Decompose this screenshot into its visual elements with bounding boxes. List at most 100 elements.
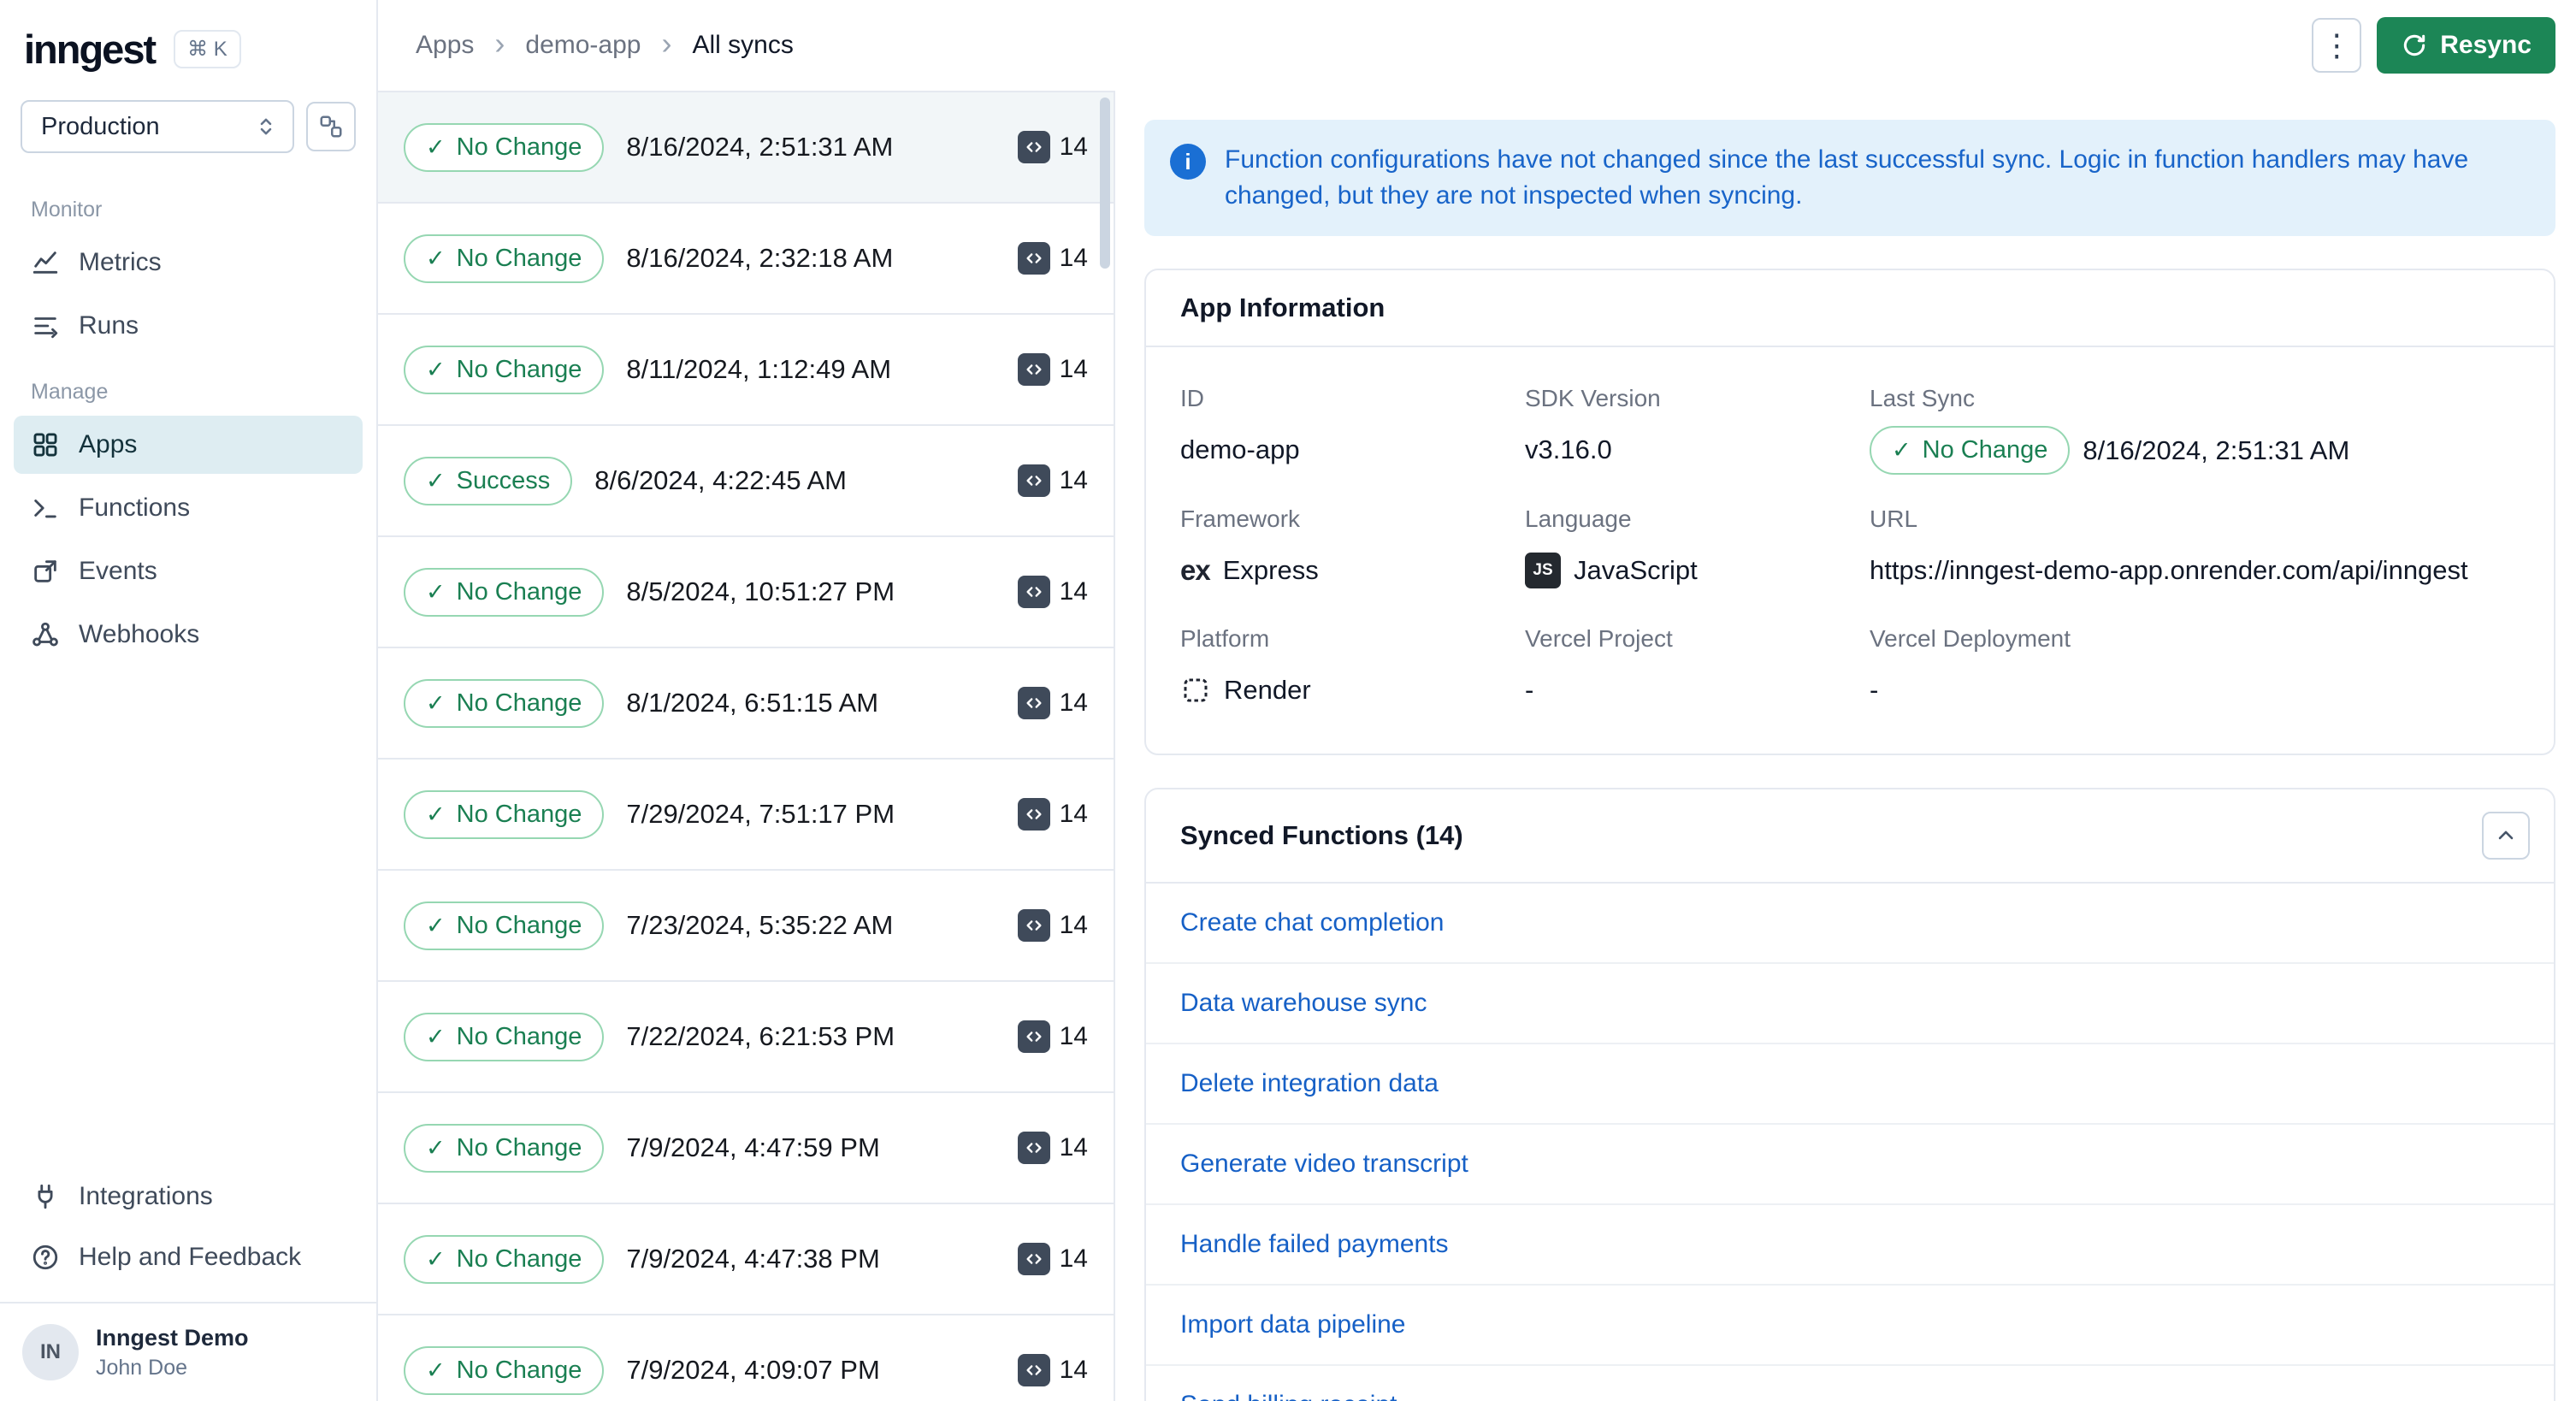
field-label: Framework — [1180, 505, 1301, 532]
sync-count-value: 14 — [1059, 1022, 1088, 1050]
user-info: Inngest Demo John Doe — [96, 1325, 249, 1380]
sync-list-item[interactable]: ✓ No Change 8/16/2024, 2:32:18 AM 14 — [378, 204, 1114, 315]
sync-time: 7/9/2024, 4:47:38 PM — [626, 1244, 880, 1274]
info-banner-text: Function configurations have not changed… — [1225, 145, 2469, 210]
status-pill: ✓ No Change — [404, 122, 605, 172]
sync-function-count: 14 — [1017, 798, 1088, 831]
status-pill: ✓ No Change — [404, 789, 605, 839]
function-link[interactable]: Create chat completion — [1146, 884, 2554, 962]
check-icon: ✓ — [426, 1134, 446, 1161]
sync-status: No Change — [456, 1356, 582, 1384]
field-label: Platform — [1180, 625, 1270, 652]
environment-row: Production — [0, 90, 376, 175]
chevron-right-icon: › — [494, 26, 505, 61]
logo-row: inngest ⌘ K — [0, 0, 376, 90]
synced-functions-list: Create chat completion Data warehouse sy… — [1146, 884, 2554, 1401]
function-link[interactable]: Generate video transcript — [1146, 1123, 2554, 1203]
updown-chevrons-icon — [260, 118, 272, 135]
resync-button[interactable]: Resync — [2377, 17, 2555, 74]
inngest-logo: inngest — [24, 27, 157, 72]
check-icon: ✓ — [426, 245, 446, 271]
sync-list-item[interactable]: ✓ No Change 7/9/2024, 4:47:38 PM 14 — [378, 1204, 1114, 1315]
field-label: Last Sync — [1870, 385, 1975, 411]
sidebar-item-webhooks[interactable]: Webhooks — [14, 606, 363, 664]
sidebar-item-integrations[interactable]: Integrations — [14, 1168, 363, 1226]
last-sync-time: 8/16/2024, 2:51:31 AM — [2083, 434, 2350, 465]
sync-count-value: 14 — [1059, 1133, 1088, 1162]
sync-list-item[interactable]: ✓ No Change 8/5/2024, 10:51:27 PM 14 — [378, 537, 1114, 648]
check-icon: ✓ — [426, 1023, 446, 1049]
sync-list-item[interactable]: ✓ No Change 7/22/2024, 6:21:53 PM 14 — [378, 982, 1114, 1093]
status-pill: ✓ No Change — [404, 234, 605, 283]
sync-count-value: 14 — [1059, 1356, 1088, 1384]
field-label: Language — [1525, 505, 1632, 532]
field-value: https://inngest-demo-app.onrender.com/ap… — [1870, 555, 2468, 585]
sync-list-item[interactable]: ✓ No Change 7/9/2024, 4:09:07 PM 14 — [378, 1315, 1114, 1401]
field-value: - — [1870, 675, 1879, 705]
field-label: SDK Version — [1525, 385, 1661, 411]
function-link[interactable]: Delete integration data — [1146, 1043, 2554, 1123]
sidebar-footer: Integrations Help and Feedback IN Innges… — [0, 1165, 376, 1401]
app-information-card: App Information ID demo-app SDK Version … — [1144, 269, 2555, 755]
sync-list-item[interactable]: ✓ No Change 8/16/2024, 2:51:31 AM 14 — [378, 92, 1114, 204]
status-pill: ✓ No Change — [404, 678, 605, 728]
sync-time: 8/16/2024, 2:51:31 AM — [626, 132, 894, 162]
status-pill: ✓ No Change — [404, 1012, 605, 1061]
sync-list-item[interactable]: ✓ No Change 7/29/2024, 7:51:17 PM 14 — [378, 760, 1114, 871]
sync-time: 7/29/2024, 7:51:17 PM — [626, 799, 895, 829]
sync-status: No Change — [456, 577, 582, 606]
synced-functions-card: Synced Functions (14) Create chat comple… — [1144, 788, 2555, 1401]
sync-time: 8/16/2024, 2:32:18 AM — [626, 243, 894, 273]
sync-count-value: 14 — [1059, 911, 1088, 939]
sync-time: 7/22/2024, 6:21:53 PM — [626, 1021, 895, 1051]
app-information-title: App Information — [1180, 293, 1385, 322]
breadcrumb-apps[interactable]: Apps — [416, 31, 474, 60]
field-vercel-deployment: Vercel Deployment - — [1870, 594, 2520, 714]
status-pill: ✓ No Change — [404, 1345, 605, 1395]
sidebar-item-label: Runs — [79, 311, 139, 340]
scrollbar-thumb[interactable] — [1100, 98, 1110, 269]
sidebar-item-apps[interactable]: Apps — [14, 416, 363, 474]
sync-list-item[interactable]: ✓ Success 8/6/2024, 4:22:45 AM 14 — [378, 426, 1114, 537]
sync-list-item[interactable]: ✓ No Change 7/23/2024, 5:35:22 AM 14 — [378, 871, 1114, 982]
last-sync-status: No Change — [1922, 436, 2048, 464]
command-k-shortcut-badge[interactable]: ⌘ K — [174, 30, 241, 68]
collapse-button[interactable] — [2482, 812, 2530, 860]
more-options-button[interactable]: ⋮ — [2312, 18, 2362, 73]
function-link[interactable]: Handle failed payments — [1146, 1203, 2554, 1284]
sidebar-item-events[interactable]: Events — [14, 542, 363, 600]
field-value: demo-app — [1180, 434, 1300, 464]
integrations-icon — [38, 1184, 53, 1209]
sync-time: 8/6/2024, 4:22:45 AM — [594, 465, 847, 495]
sidebar-item-metrics[interactable]: Metrics — [14, 234, 363, 292]
field-value: Render — [1180, 666, 1508, 714]
sync-function-count: 14 — [1017, 1354, 1088, 1386]
function-link[interactable]: Import data pipeline — [1146, 1284, 2554, 1364]
environment-selector[interactable]: Production — [21, 100, 294, 153]
user-menu[interactable]: IN Inngest Demo John Doe — [0, 1302, 376, 1401]
render-logo-icon — [1184, 678, 1208, 702]
function-count-icon — [1017, 576, 1050, 608]
function-link[interactable]: Send billing receipt — [1146, 1364, 2554, 1401]
check-icon: ✓ — [426, 578, 446, 605]
sidebar-item-help-and-feedback[interactable]: Help and Feedback — [14, 1228, 363, 1286]
info-icon: i — [1170, 144, 1206, 180]
platform-value: Render — [1224, 675, 1311, 705]
sync-list-item[interactable]: ✓ No Change 8/11/2024, 1:12:49 AM 14 — [378, 315, 1114, 426]
manage-environments-button[interactable] — [306, 102, 356, 151]
webhooks-icon — [32, 622, 58, 647]
sync-status: No Change — [456, 355, 582, 383]
sidebar-item-runs[interactable]: Runs — [14, 297, 363, 355]
check-icon: ✓ — [426, 1357, 446, 1383]
breadcrumb-demo-app[interactable]: demo-app — [525, 31, 641, 60]
resync-icon — [2404, 34, 2425, 56]
sync-count-value: 14 — [1059, 355, 1088, 383]
sync-list-item[interactable]: ✓ No Change 8/1/2024, 6:51:15 AM 14 — [378, 648, 1114, 760]
sidebar-item-functions[interactable]: Functions — [14, 479, 363, 537]
check-icon: ✓ — [426, 801, 446, 827]
sync-list-item[interactable]: ✓ No Change 7/9/2024, 4:47:59 PM 14 — [378, 1093, 1114, 1204]
environment-selector-value: Production — [41, 112, 160, 140]
function-link[interactable]: Data warehouse sync — [1146, 962, 2554, 1043]
metrics-icon — [32, 251, 58, 274]
chevron-up-icon — [2498, 831, 2514, 840]
